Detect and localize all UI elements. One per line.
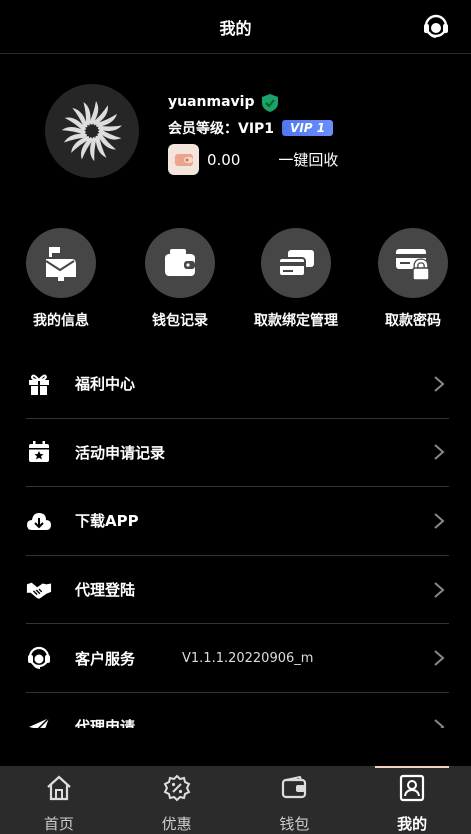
menu-item-agent-login[interactable]: 代理登陆 xyxy=(26,556,449,625)
avatar-swirl-icon xyxy=(61,101,122,162)
header-bar: 我的 xyxy=(0,0,471,54)
shortcut-withdraw-binding[interactable]: 取款绑定管理 xyxy=(241,228,351,330)
wallet-icon xyxy=(168,144,199,175)
chevron-right-icon xyxy=(433,581,445,599)
shortcut-wallet-records[interactable]: 钱包记录 xyxy=(125,228,235,330)
shortcut-label: 取款绑定管理 xyxy=(254,313,338,329)
menu-item-label: 福利中心 xyxy=(75,375,136,394)
chevron-right-icon xyxy=(433,375,445,393)
avatar[interactable] xyxy=(45,84,139,178)
page-title: 我的 xyxy=(219,18,252,38)
tab-label: 优惠 xyxy=(161,815,192,833)
shortcut-my-info[interactable]: 我的信息 xyxy=(6,228,116,330)
menu-item-label: 下载APP xyxy=(75,512,139,531)
shortcut-label: 取款密码 xyxy=(385,313,441,329)
tab-home[interactable]: 首页 xyxy=(0,766,118,834)
menu-item-customer-service[interactable]: 客户服务 V1.1.1.20220906_m xyxy=(26,624,449,693)
menu-item-agent-apply[interactable]: 代理申请 xyxy=(26,693,449,728)
vip-badge: VIP 1 xyxy=(282,120,334,136)
cards-icon xyxy=(261,228,331,298)
user-icon xyxy=(397,773,427,803)
shortcut-withdraw-password[interactable]: 取款密码 xyxy=(358,228,468,330)
shield-icon xyxy=(261,93,279,113)
wallet-icon xyxy=(279,773,309,803)
menu-list: 福利中心 活动申请记录 下载APP 代理登陆 客户服务 V1.1.1.20220… xyxy=(26,350,449,728)
menu-item-label: 代理申请 xyxy=(75,718,136,728)
headset-icon xyxy=(26,645,52,671)
profile-card: yuanmavip 会员等级：VIP1 VIP 1 0.00 一键回收 xyxy=(0,70,471,200)
calendar-star-icon xyxy=(26,439,52,465)
wallet-row: 0.00 一键回收 xyxy=(168,144,338,175)
tab-label: 我的 xyxy=(397,815,428,833)
member-level-label: 会员等级：VIP1 xyxy=(168,121,275,137)
chevron-right-icon xyxy=(433,443,445,461)
menu-item-welfare[interactable]: 福利中心 xyxy=(26,350,449,419)
cloud-download-icon xyxy=(26,508,52,534)
chevron-right-icon xyxy=(433,512,445,530)
chevron-right-icon xyxy=(433,718,445,728)
tab-mine[interactable]: 我的 xyxy=(353,766,471,834)
tab-label: 钱包 xyxy=(279,815,310,833)
mailbox-icon xyxy=(26,228,96,298)
menu-item-download-app[interactable]: 下载APP xyxy=(26,487,449,556)
headset-icon[interactable] xyxy=(421,12,451,42)
bottom-tab-bar: 首页 优惠 钱包 我的 xyxy=(0,766,471,834)
balance-amount: 0.00 xyxy=(207,150,241,169)
gift-icon xyxy=(26,371,52,397)
tab-discount[interactable]: 优惠 xyxy=(118,766,236,834)
shortcut-grid: 我的信息 钱包记录 取款绑定管理 取款密码 xyxy=(0,228,471,338)
member-level: 会员等级：VIP1 VIP 1 xyxy=(168,118,334,138)
wallet-icon xyxy=(145,228,215,298)
menu-item-label: 客户服务 xyxy=(75,649,136,668)
username: yuanmavip xyxy=(168,94,255,110)
card-lock-icon xyxy=(378,228,448,298)
app-version: V1.1.1.20220906_m xyxy=(182,650,314,666)
menu-item-label: 代理登陆 xyxy=(75,581,136,600)
menu-item-activity-records[interactable]: 活动申请记录 xyxy=(26,419,449,488)
chevron-right-icon xyxy=(433,649,445,667)
discount-icon xyxy=(162,773,192,803)
home-icon xyxy=(44,773,74,803)
paper-plane-icon xyxy=(26,714,52,728)
shortcut-label: 我的信息 xyxy=(33,313,89,329)
recycle-button[interactable]: 一键回收 xyxy=(278,149,338,170)
shortcut-label: 钱包记录 xyxy=(152,313,208,329)
tab-wallet[interactable]: 钱包 xyxy=(236,766,354,834)
tab-label: 首页 xyxy=(43,815,74,833)
handshake-icon xyxy=(26,577,52,603)
menu-item-label: 活动申请记录 xyxy=(75,443,166,462)
